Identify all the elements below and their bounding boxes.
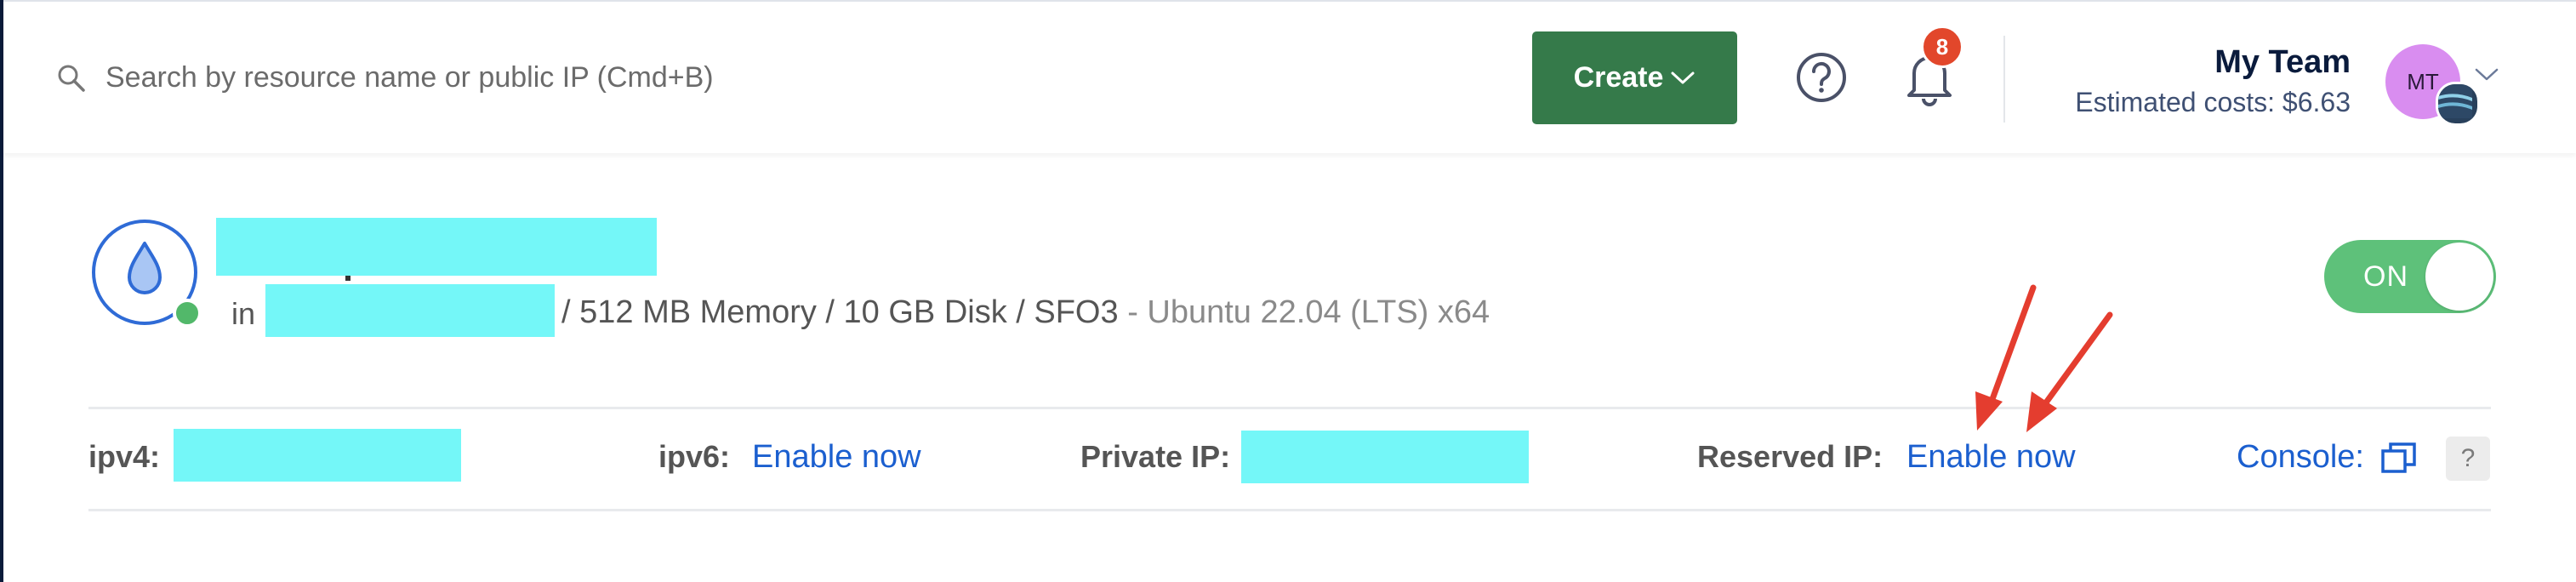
ipv6-enable-link[interactable]: Enable now [752, 439, 921, 476]
divider [88, 407, 2491, 409]
team-name[interactable]: My Team [2214, 44, 2351, 81]
chevron-down-icon [1671, 71, 1695, 83]
private-ip-value-redacted [1241, 431, 1529, 483]
external-window-icon[interactable] [2380, 441, 2418, 475]
project-name-redacted [265, 284, 555, 337]
power-toggle-knob [2425, 242, 2493, 311]
help-icon[interactable] [1795, 51, 1848, 104]
ipv6-label: ipv6: [658, 439, 731, 474]
annotation-arrows [1975, 284, 2113, 432]
notification-count-badge: 8 [1921, 26, 1963, 68]
create-button-label: Create [1573, 61, 1664, 94]
create-button[interactable]: Create [1532, 31, 1737, 124]
divider [88, 509, 2491, 511]
avatar-initials: MT [2407, 68, 2439, 94]
console-link[interactable]: Console: [2237, 439, 2364, 476]
power-toggle[interactable]: ON [2324, 240, 2496, 313]
search-input[interactable] [104, 54, 873, 100]
power-toggle-label: ON [2363, 260, 2408, 293]
in-label: in [231, 296, 256, 331]
header-divider [2003, 36, 2005, 123]
droplet-os: - Ubuntu 22.04 (LTS) x64 [1118, 294, 1490, 330]
search-icon [58, 65, 85, 92]
redaction-artifact [345, 276, 350, 281]
reserved-ip-enable-link[interactable]: Enable now [1906, 439, 2076, 476]
droplet-specs-text: / 512 MB Memory / 10 GB Disk / SFO3 [561, 294, 1119, 330]
droplet-name-redacted [216, 218, 657, 276]
ipv4-value-redacted [174, 429, 461, 482]
top-navigation-bar [3, 0, 2576, 153]
ipv4-label: ipv4: [88, 439, 161, 474]
console-help-button[interactable]: ? [2446, 436, 2490, 481]
droplet-specs: / 512 MB Memory / 10 GB Disk / SFO3 - Ub… [561, 294, 1490, 331]
private-ip-label: Private IP: [1080, 439, 1231, 474]
team-avatar-icon [2436, 82, 2480, 126]
reserved-ip-label: Reserved IP: [1697, 439, 1884, 474]
droplet-icon [92, 220, 202, 328]
chevron-down-icon[interactable] [2474, 66, 2499, 83]
estimated-costs: Estimated costs: $6.63 [2075, 87, 2351, 117]
